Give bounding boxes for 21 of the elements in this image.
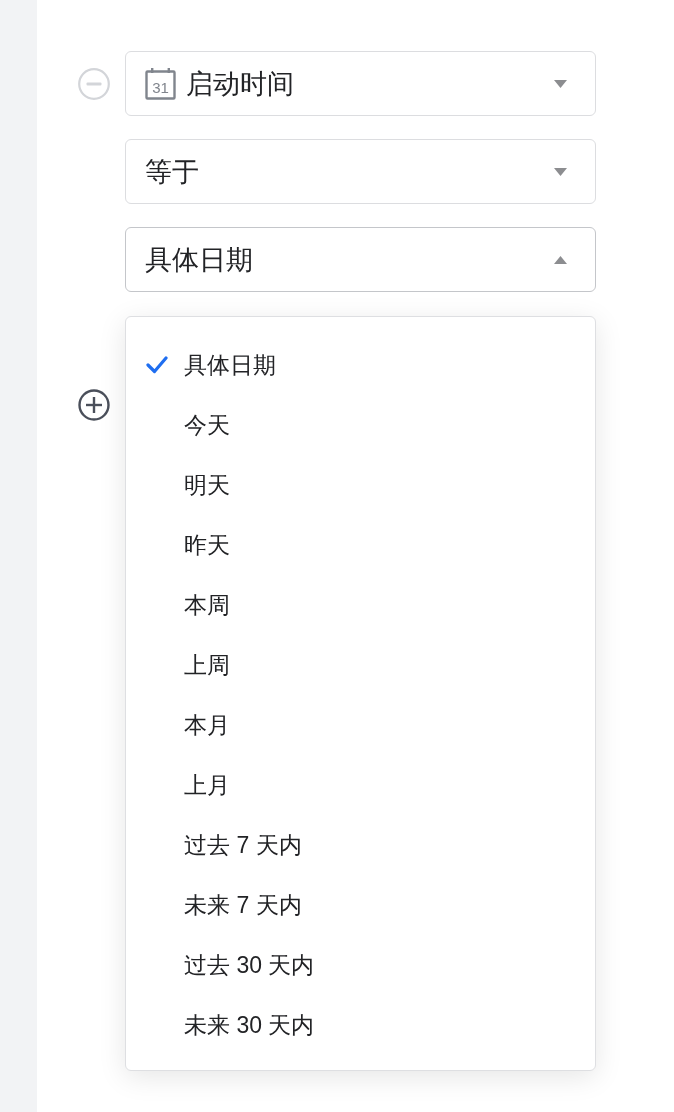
menu-item[interactable]: 上月	[126, 755, 595, 815]
caret-up-icon	[554, 255, 567, 264]
menu-item[interactable]: 过去 7 天内	[126, 815, 595, 875]
check-icon	[146, 356, 168, 374]
menu-item[interactable]: 本周	[126, 575, 595, 635]
menu-item[interactable]: 明天	[126, 455, 595, 515]
add-circle-icon[interactable]	[78, 389, 110, 421]
calendar-icon: 31	[145, 67, 176, 100]
menu-item[interactable]: 今天	[126, 395, 595, 455]
menu-item[interactable]: 昨天	[126, 515, 595, 575]
dropdown-select[interactable]: 具体日期	[125, 227, 596, 292]
dropdown-select[interactable]: 等于	[125, 139, 596, 204]
menu-item[interactable]: 具体日期	[126, 335, 595, 395]
menu-item[interactable]: 本月	[126, 695, 595, 755]
menu-item[interactable]: 过去 30 天内	[126, 935, 595, 995]
menu-item[interactable]: 未来 30 天内	[126, 995, 595, 1055]
menu-item[interactable]: 未来 7 天内	[126, 875, 595, 935]
caret-down-icon	[554, 167, 567, 176]
menu-item[interactable]: 上周	[126, 635, 595, 695]
dropdown-select[interactable]: 31 启动时间	[125, 51, 596, 116]
caret-down-icon	[554, 79, 567, 88]
